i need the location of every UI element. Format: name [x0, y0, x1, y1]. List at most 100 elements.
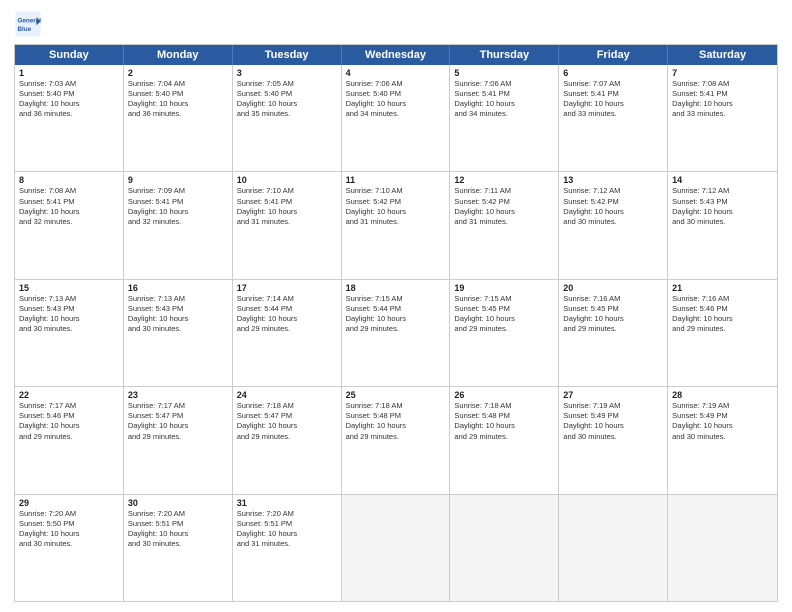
cell-line: Sunset: 5:51 PM — [128, 519, 228, 529]
weekday-header-wednesday: Wednesday — [342, 45, 451, 65]
cal-cell-day-17: 17Sunrise: 7:14 AMSunset: 5:44 PMDayligh… — [233, 280, 342, 386]
cell-line: Daylight: 10 hours — [672, 421, 773, 431]
calendar-row-2: 15Sunrise: 7:13 AMSunset: 5:43 PMDayligh… — [15, 280, 777, 387]
cell-line: Sunset: 5:40 PM — [19, 89, 119, 99]
cell-line: Sunrise: 7:18 AM — [237, 401, 337, 411]
cell-line: Sunrise: 7:04 AM — [128, 79, 228, 89]
cell-line: Sunrise: 7:20 AM — [19, 509, 119, 519]
cell-line: Daylight: 10 hours — [454, 99, 554, 109]
cell-line: Sunset: 5:41 PM — [19, 197, 119, 207]
cell-line: and 36 minutes. — [128, 109, 228, 119]
calendar-row-1: 8Sunrise: 7:08 AMSunset: 5:41 PMDaylight… — [15, 172, 777, 279]
cell-line: Sunrise: 7:20 AM — [128, 509, 228, 519]
cell-line: Daylight: 10 hours — [237, 207, 337, 217]
day-number: 19 — [454, 283, 554, 293]
cell-line: Daylight: 10 hours — [563, 99, 663, 109]
cell-line: Sunset: 5:49 PM — [563, 411, 663, 421]
cell-line: and 33 minutes. — [672, 109, 773, 119]
cal-cell-day-23: 23Sunrise: 7:17 AMSunset: 5:47 PMDayligh… — [124, 387, 233, 493]
day-number: 16 — [128, 283, 228, 293]
header: General Blue — [14, 10, 778, 38]
calendar-body: 1Sunrise: 7:03 AMSunset: 5:40 PMDaylight… — [15, 65, 777, 601]
day-number: 4 — [346, 68, 446, 78]
cal-cell-day-12: 12Sunrise: 7:11 AMSunset: 5:42 PMDayligh… — [450, 172, 559, 278]
weekday-header-saturday: Saturday — [668, 45, 777, 65]
cal-cell-day-30: 30Sunrise: 7:20 AMSunset: 5:51 PMDayligh… — [124, 495, 233, 601]
cell-line: Daylight: 10 hours — [454, 314, 554, 324]
svg-text:Blue: Blue — [18, 26, 32, 33]
cell-line: Sunrise: 7:07 AM — [563, 79, 663, 89]
weekday-header-tuesday: Tuesday — [233, 45, 342, 65]
cell-line: Sunset: 5:48 PM — [454, 411, 554, 421]
cell-line: Sunset: 5:40 PM — [237, 89, 337, 99]
day-number: 18 — [346, 283, 446, 293]
cell-line: Sunset: 5:43 PM — [128, 304, 228, 314]
cell-line: Sunrise: 7:14 AM — [237, 294, 337, 304]
cell-line: and 29 minutes. — [19, 432, 119, 442]
cell-line: Sunrise: 7:08 AM — [672, 79, 773, 89]
cal-cell-day-3: 3Sunrise: 7:05 AMSunset: 5:40 PMDaylight… — [233, 65, 342, 171]
cell-line: Sunset: 5:41 PM — [563, 89, 663, 99]
cell-line: and 30 minutes. — [563, 432, 663, 442]
cal-cell-day-6: 6Sunrise: 7:07 AMSunset: 5:41 PMDaylight… — [559, 65, 668, 171]
cell-line: Daylight: 10 hours — [19, 314, 119, 324]
cal-cell-day-5: 5Sunrise: 7:06 AMSunset: 5:41 PMDaylight… — [450, 65, 559, 171]
weekday-header-monday: Monday — [124, 45, 233, 65]
cell-line: Sunrise: 7:09 AM — [128, 186, 228, 196]
day-number: 26 — [454, 390, 554, 400]
cal-cell-day-19: 19Sunrise: 7:15 AMSunset: 5:45 PMDayligh… — [450, 280, 559, 386]
cell-line: Daylight: 10 hours — [237, 529, 337, 539]
cal-cell-day-31: 31Sunrise: 7:20 AMSunset: 5:51 PMDayligh… — [233, 495, 342, 601]
cell-line: and 34 minutes. — [454, 109, 554, 119]
cal-cell-day-1: 1Sunrise: 7:03 AMSunset: 5:40 PMDaylight… — [15, 65, 124, 171]
cal-cell-empty — [342, 495, 451, 601]
cell-line: Sunset: 5:41 PM — [128, 197, 228, 207]
cell-line: Sunrise: 7:16 AM — [672, 294, 773, 304]
day-number: 11 — [346, 175, 446, 185]
day-number: 13 — [563, 175, 663, 185]
day-number: 10 — [237, 175, 337, 185]
cell-line: Sunrise: 7:13 AM — [19, 294, 119, 304]
cell-line: Sunrise: 7:06 AM — [346, 79, 446, 89]
weekday-header-friday: Friday — [559, 45, 668, 65]
cell-line: Daylight: 10 hours — [672, 99, 773, 109]
cell-line: Sunset: 5:49 PM — [672, 411, 773, 421]
cell-line: Sunset: 5:42 PM — [346, 197, 446, 207]
cell-line: and 35 minutes. — [237, 109, 337, 119]
day-number: 25 — [346, 390, 446, 400]
day-number: 9 — [128, 175, 228, 185]
day-number: 5 — [454, 68, 554, 78]
cell-line: Sunset: 5:40 PM — [128, 89, 228, 99]
cal-cell-day-22: 22Sunrise: 7:17 AMSunset: 5:46 PMDayligh… — [15, 387, 124, 493]
logo-icon: General Blue — [14, 10, 42, 38]
cell-line: Daylight: 10 hours — [672, 314, 773, 324]
cell-line: Sunrise: 7:10 AM — [237, 186, 337, 196]
cell-line: Sunset: 5:45 PM — [454, 304, 554, 314]
cell-line: Sunrise: 7:17 AM — [128, 401, 228, 411]
cal-cell-day-16: 16Sunrise: 7:13 AMSunset: 5:43 PMDayligh… — [124, 280, 233, 386]
cell-line: Daylight: 10 hours — [19, 529, 119, 539]
cell-line: and 32 minutes. — [19, 217, 119, 227]
day-number: 27 — [563, 390, 663, 400]
day-number: 15 — [19, 283, 119, 293]
cal-cell-empty — [668, 495, 777, 601]
cell-line: Sunrise: 7:15 AM — [454, 294, 554, 304]
cell-line: Sunrise: 7:17 AM — [19, 401, 119, 411]
cal-cell-day-27: 27Sunrise: 7:19 AMSunset: 5:49 PMDayligh… — [559, 387, 668, 493]
cell-line: Sunset: 5:42 PM — [563, 197, 663, 207]
cell-line: Sunset: 5:45 PM — [563, 304, 663, 314]
cell-line: and 29 minutes. — [237, 432, 337, 442]
day-number: 2 — [128, 68, 228, 78]
cal-cell-day-28: 28Sunrise: 7:19 AMSunset: 5:49 PMDayligh… — [668, 387, 777, 493]
cal-cell-empty — [450, 495, 559, 601]
calendar-row-3: 22Sunrise: 7:17 AMSunset: 5:46 PMDayligh… — [15, 387, 777, 494]
cal-cell-day-13: 13Sunrise: 7:12 AMSunset: 5:42 PMDayligh… — [559, 172, 668, 278]
day-number: 21 — [672, 283, 773, 293]
cell-line: Daylight: 10 hours — [128, 314, 228, 324]
page: General Blue SundayMondayTuesdayWednesda… — [0, 0, 792, 612]
cell-line: Daylight: 10 hours — [128, 207, 228, 217]
day-number: 1 — [19, 68, 119, 78]
day-number: 20 — [563, 283, 663, 293]
cell-line: and 31 minutes. — [346, 217, 446, 227]
weekday-header-sunday: Sunday — [15, 45, 124, 65]
